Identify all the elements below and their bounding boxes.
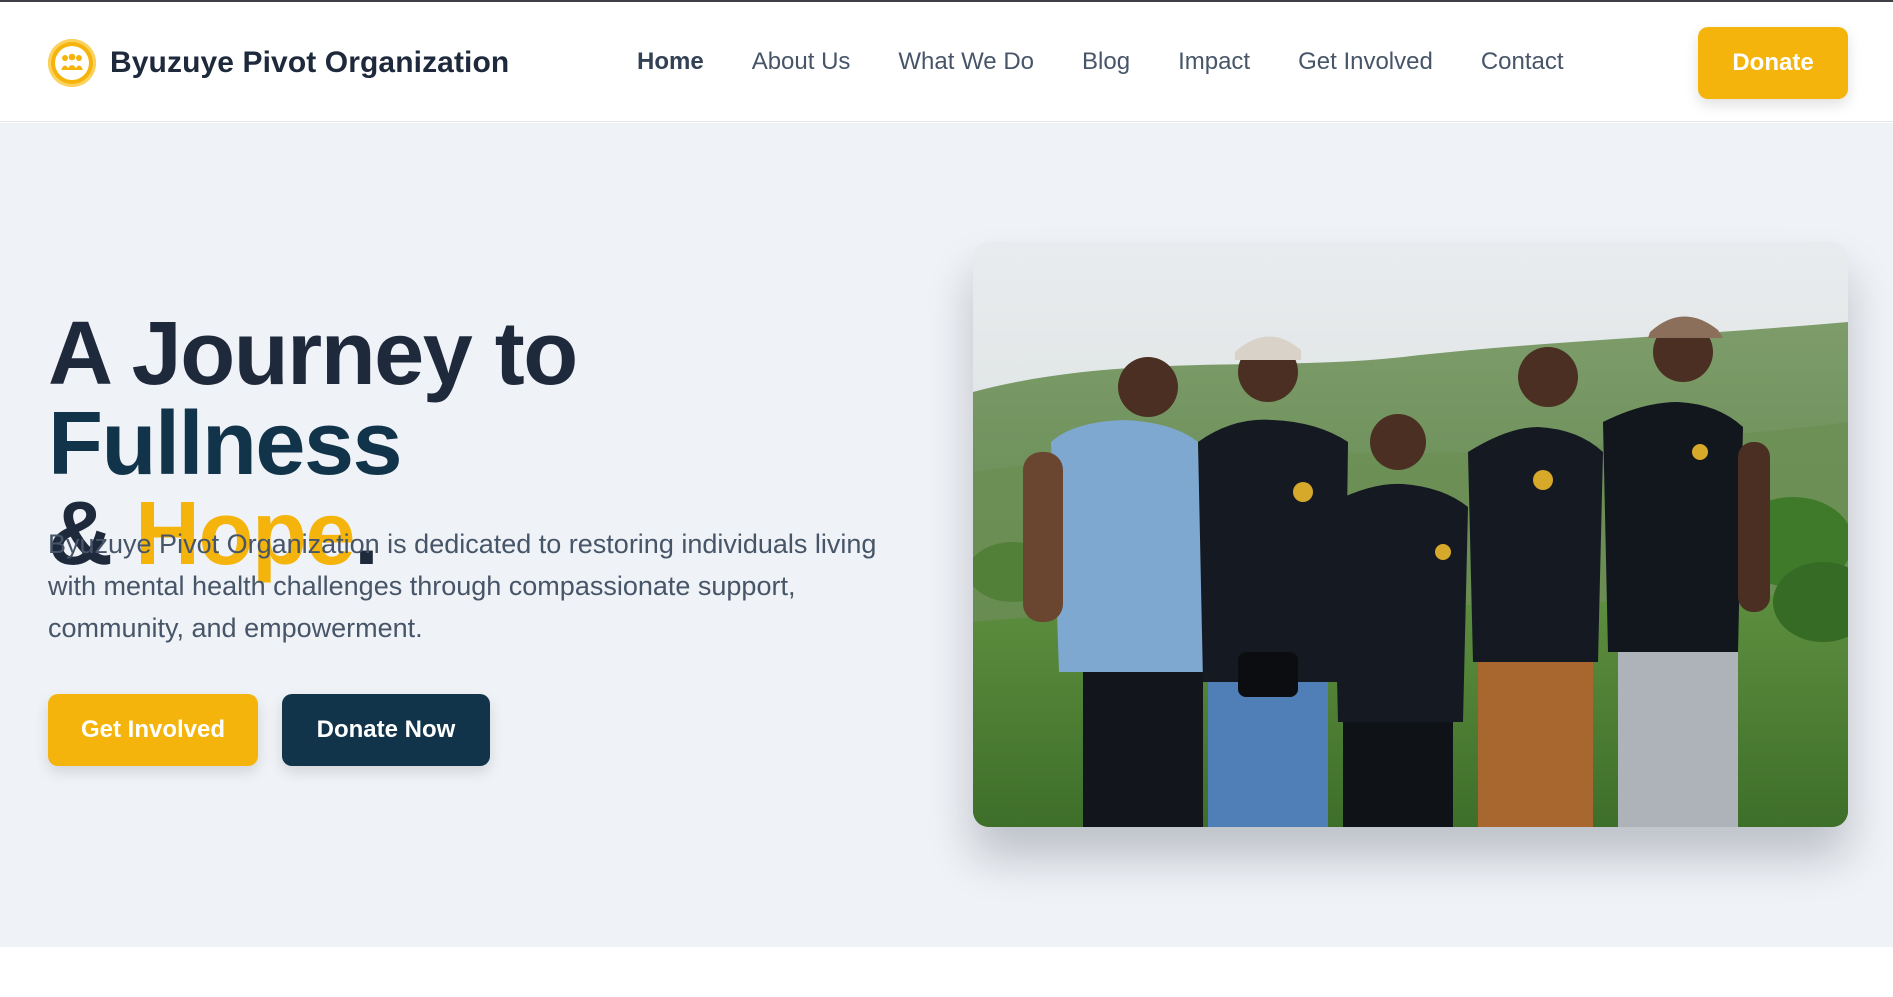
nav-item-impact[interactable]: Impact xyxy=(1178,48,1250,76)
brand[interactable]: Byuzuye Pivot Organization xyxy=(48,38,509,88)
site-header: Byuzuye Pivot Organization Home About Us… xyxy=(0,2,1893,122)
nav-item-what-we-do[interactable]: What We Do xyxy=(898,48,1034,76)
nav-item-home[interactable]: Home xyxy=(637,48,704,76)
page-bottom xyxy=(0,947,1893,997)
headline-part-1: A Journey to xyxy=(48,304,578,404)
headline-fullness: Fullness xyxy=(48,394,403,494)
hero-section: A Journey to Fullness & Hope. Byuzuye Pi… xyxy=(0,123,1893,947)
get-involved-button[interactable]: Get Involved xyxy=(48,694,258,766)
donate-now-button[interactable]: Donate Now xyxy=(282,694,490,766)
nav-item-blog[interactable]: Blog xyxy=(1082,48,1130,76)
hero-team-photo xyxy=(973,242,1848,827)
hero-description: Byuzuye Pivot Organization is dedicated … xyxy=(48,529,877,643)
main-nav: Home About Us What We Do Blog Impact Get… xyxy=(637,48,1564,76)
nav-item-contact[interactable]: Contact xyxy=(1481,48,1564,76)
brand-name: Byuzuye Pivot Organization xyxy=(110,46,510,79)
nav-item-about-us[interactable]: About Us xyxy=(752,48,851,76)
people-circle-logo-icon xyxy=(48,39,96,87)
nav-item-get-involved[interactable]: Get Involved xyxy=(1298,48,1433,76)
header-donate-button[interactable]: Donate xyxy=(1698,27,1848,99)
